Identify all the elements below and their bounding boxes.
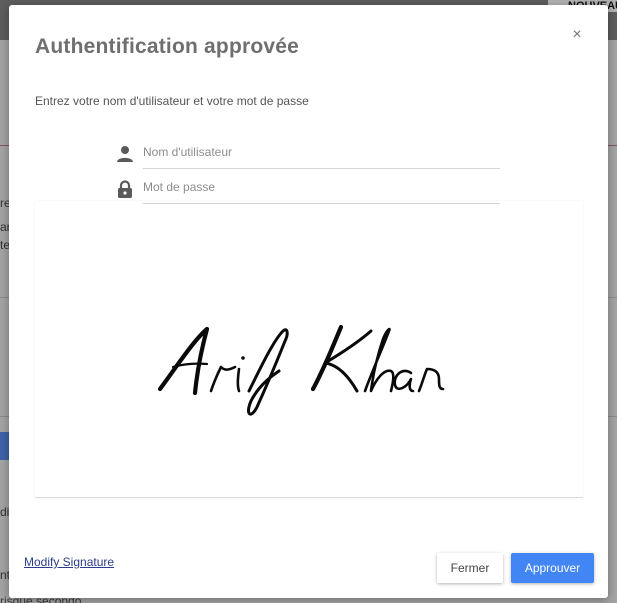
signature-image (157, 324, 445, 416)
person-icon (115, 144, 135, 164)
close-button[interactable]: Fermer (437, 553, 503, 583)
signature-pad[interactable] (35, 201, 583, 498)
modify-signature-link[interactable]: Modify Signature (24, 555, 114, 569)
close-icon[interactable]: × (567, 25, 587, 45)
password-input[interactable] (143, 171, 500, 204)
dialog-instructions: Entrez votre nom d'utilisateur et votre … (35, 94, 309, 108)
approve-button[interactable]: Approuver (511, 553, 594, 583)
authentication-dialog: Authentification approvée × Entrez votre… (9, 5, 608, 598)
dialog-title: Authentification approvée (35, 35, 300, 58)
username-input[interactable] (143, 136, 500, 169)
username-row (115, 136, 501, 172)
background-text-fragment: di (0, 505, 10, 519)
lock-icon (115, 179, 135, 199)
